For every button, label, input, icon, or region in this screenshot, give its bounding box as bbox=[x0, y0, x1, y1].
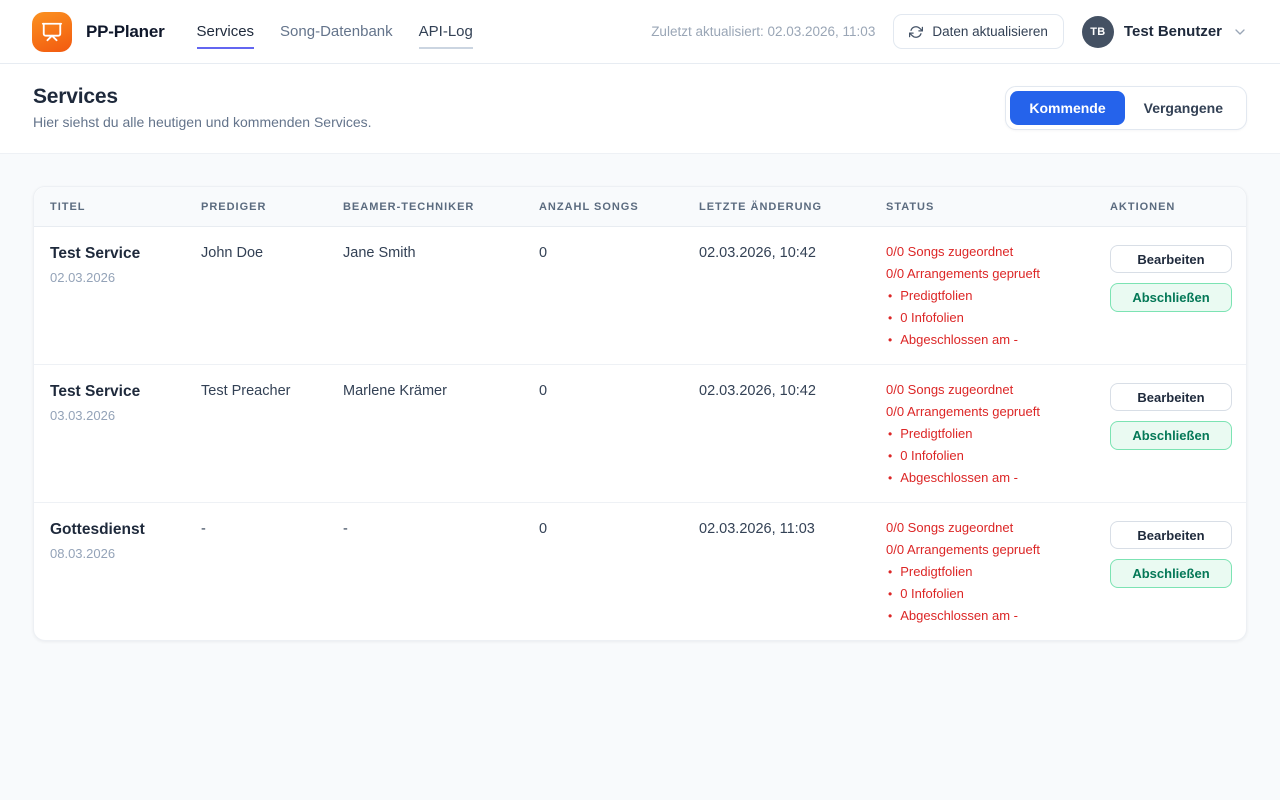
service-title: Test Service bbox=[50, 383, 187, 401]
actions-cell: Bearbeiten Abschließen bbox=[1110, 521, 1232, 588]
nav-item-song-datenbank[interactable]: Song-Datenbank bbox=[280, 23, 393, 49]
status-abgeschlossen-am: Abgeschlossen am - bbox=[886, 609, 1100, 623]
topbar-right: Zuletzt aktualisiert: 02.03.2026, 11:03 … bbox=[651, 14, 1248, 49]
services-table-card: TITEL PREDIGER BEAMER-TECHNIKER ANZAHL S… bbox=[33, 186, 1247, 641]
bearbeiten-button[interactable]: Bearbeiten bbox=[1110, 245, 1232, 273]
table-row: Test Service 02.03.2026 John Doe Jane Sm… bbox=[34, 227, 1246, 365]
status-predigtfolien: Predigtfolien bbox=[886, 289, 1100, 303]
titel-cell: Test Service 03.03.2026 bbox=[50, 383, 201, 423]
status-infofolien: 0 Infofolien bbox=[886, 449, 1100, 463]
prediger-value: Test Preacher bbox=[201, 383, 343, 399]
chevron-down-icon bbox=[1232, 24, 1248, 40]
brand-name: PP-Planer bbox=[86, 22, 165, 42]
table-header-row: TITEL PREDIGER BEAMER-TECHNIKER ANZAHL S… bbox=[34, 187, 1246, 227]
abschliessen-button[interactable]: Abschließen bbox=[1110, 421, 1232, 450]
nav-item-services[interactable]: Services bbox=[197, 23, 255, 49]
status-cell: 0/0 Songs zugeordnet 0/0 Arrangements ge… bbox=[886, 383, 1110, 493]
bearbeiten-button[interactable]: Bearbeiten bbox=[1110, 383, 1232, 411]
service-date: 08.03.2026 bbox=[50, 546, 187, 561]
letzte-aenderung-value: 02.03.2026, 10:42 bbox=[699, 245, 886, 261]
prediger-value: John Doe bbox=[201, 245, 343, 261]
user-name: Test Benutzer bbox=[1124, 23, 1222, 40]
refresh-button-label: Daten aktualisieren bbox=[932, 24, 1048, 39]
actions-cell: Bearbeiten Abschließen bbox=[1110, 245, 1232, 312]
column-header-titel: TITEL bbox=[50, 201, 201, 213]
page-subtitle: Hier siehst du alle heutigen und kommend… bbox=[33, 114, 372, 130]
service-title: Test Service bbox=[50, 245, 187, 263]
table-row: Test Service 03.03.2026 Test Preacher Ma… bbox=[34, 365, 1246, 503]
beamer-techniker-value: Marlene Krämer bbox=[343, 383, 539, 399]
abschliessen-button[interactable]: Abschließen bbox=[1110, 559, 1232, 588]
status-infofolien: 0 Infofolien bbox=[886, 311, 1100, 325]
refresh-icon bbox=[909, 25, 923, 39]
toggle-kommende[interactable]: Kommende bbox=[1010, 91, 1124, 125]
column-header-beamer-techniker: BEAMER-TECHNIKER bbox=[343, 201, 539, 213]
service-filter-toggle: Kommende Vergangene bbox=[1005, 86, 1247, 130]
presentation-icon bbox=[41, 21, 63, 43]
status-arrangements-geprueft: 0/0 Arrangements geprueft bbox=[886, 543, 1100, 557]
anzahl-songs-value: 0 bbox=[539, 521, 699, 537]
status-predigtfolien: Predigtfolien bbox=[886, 427, 1100, 441]
status-songs-zugeordnet: 0/0 Songs zugeordnet bbox=[886, 521, 1100, 535]
beamer-techniker-value: - bbox=[343, 521, 539, 537]
table-body: Test Service 02.03.2026 John Doe Jane Sm… bbox=[34, 227, 1246, 640]
service-title: Gottesdienst bbox=[50, 521, 187, 539]
column-header-status: STATUS bbox=[886, 201, 1110, 213]
last-updated-text: Zuletzt aktualisiert: 02.03.2026, 11:03 bbox=[651, 24, 875, 39]
anzahl-songs-value: 0 bbox=[539, 383, 699, 399]
avatar: TB bbox=[1082, 16, 1114, 48]
column-header-aktionen: AKTIONEN bbox=[1110, 201, 1230, 213]
prediger-value: - bbox=[201, 521, 343, 537]
actions-cell: Bearbeiten Abschließen bbox=[1110, 383, 1232, 450]
refresh-data-button[interactable]: Daten aktualisieren bbox=[893, 14, 1064, 49]
app-logo bbox=[32, 12, 72, 52]
status-predigtfolien: Predigtfolien bbox=[886, 565, 1100, 579]
topbar: PP-Planer Services Song-Datenbank API-Lo… bbox=[0, 0, 1280, 64]
page-head: Services Hier siehst du alle heutigen un… bbox=[0, 64, 1280, 154]
page-title: Services bbox=[33, 85, 372, 109]
column-header-anzahl-songs: ANZAHL SONGS bbox=[539, 201, 699, 213]
bearbeiten-button[interactable]: Bearbeiten bbox=[1110, 521, 1232, 549]
status-cell: 0/0 Songs zugeordnet 0/0 Arrangements ge… bbox=[886, 245, 1110, 355]
column-header-prediger: PREDIGER bbox=[201, 201, 343, 213]
brand: PP-Planer bbox=[32, 12, 165, 52]
titel-cell: Test Service 02.03.2026 bbox=[50, 245, 201, 285]
page-head-text: Services Hier siehst du alle heutigen un… bbox=[33, 85, 372, 130]
status-arrangements-geprueft: 0/0 Arrangements geprueft bbox=[886, 267, 1100, 281]
beamer-techniker-value: Jane Smith bbox=[343, 245, 539, 261]
letzte-aenderung-value: 02.03.2026, 11:03 bbox=[699, 521, 886, 537]
service-date: 03.03.2026 bbox=[50, 408, 187, 423]
status-cell: 0/0 Songs zugeordnet 0/0 Arrangements ge… bbox=[886, 521, 1110, 631]
status-abgeschlossen-am: Abgeschlossen am - bbox=[886, 471, 1100, 485]
nav-item-api-log[interactable]: API-Log bbox=[419, 23, 473, 49]
user-menu[interactable]: TB Test Benutzer bbox=[1082, 16, 1248, 48]
table-row: Gottesdienst 08.03.2026 - - 0 02.03.2026… bbox=[34, 503, 1246, 640]
status-abgeschlossen-am: Abgeschlossen am - bbox=[886, 333, 1100, 347]
status-arrangements-geprueft: 0/0 Arrangements geprueft bbox=[886, 405, 1100, 419]
toggle-vergangene[interactable]: Vergangene bbox=[1125, 91, 1242, 125]
status-songs-zugeordnet: 0/0 Songs zugeordnet bbox=[886, 245, 1100, 259]
main-nav: Services Song-Datenbank API-Log bbox=[197, 23, 473, 40]
column-header-letzte-aenderung: LETZTE ÄNDERUNG bbox=[699, 201, 886, 213]
service-date: 02.03.2026 bbox=[50, 270, 187, 285]
content: TITEL PREDIGER BEAMER-TECHNIKER ANZAHL S… bbox=[0, 154, 1280, 673]
status-infofolien: 0 Infofolien bbox=[886, 587, 1100, 601]
abschliessen-button[interactable]: Abschließen bbox=[1110, 283, 1232, 312]
anzahl-songs-value: 0 bbox=[539, 245, 699, 261]
status-songs-zugeordnet: 0/0 Songs zugeordnet bbox=[886, 383, 1100, 397]
letzte-aenderung-value: 02.03.2026, 10:42 bbox=[699, 383, 886, 399]
titel-cell: Gottesdienst 08.03.2026 bbox=[50, 521, 201, 561]
